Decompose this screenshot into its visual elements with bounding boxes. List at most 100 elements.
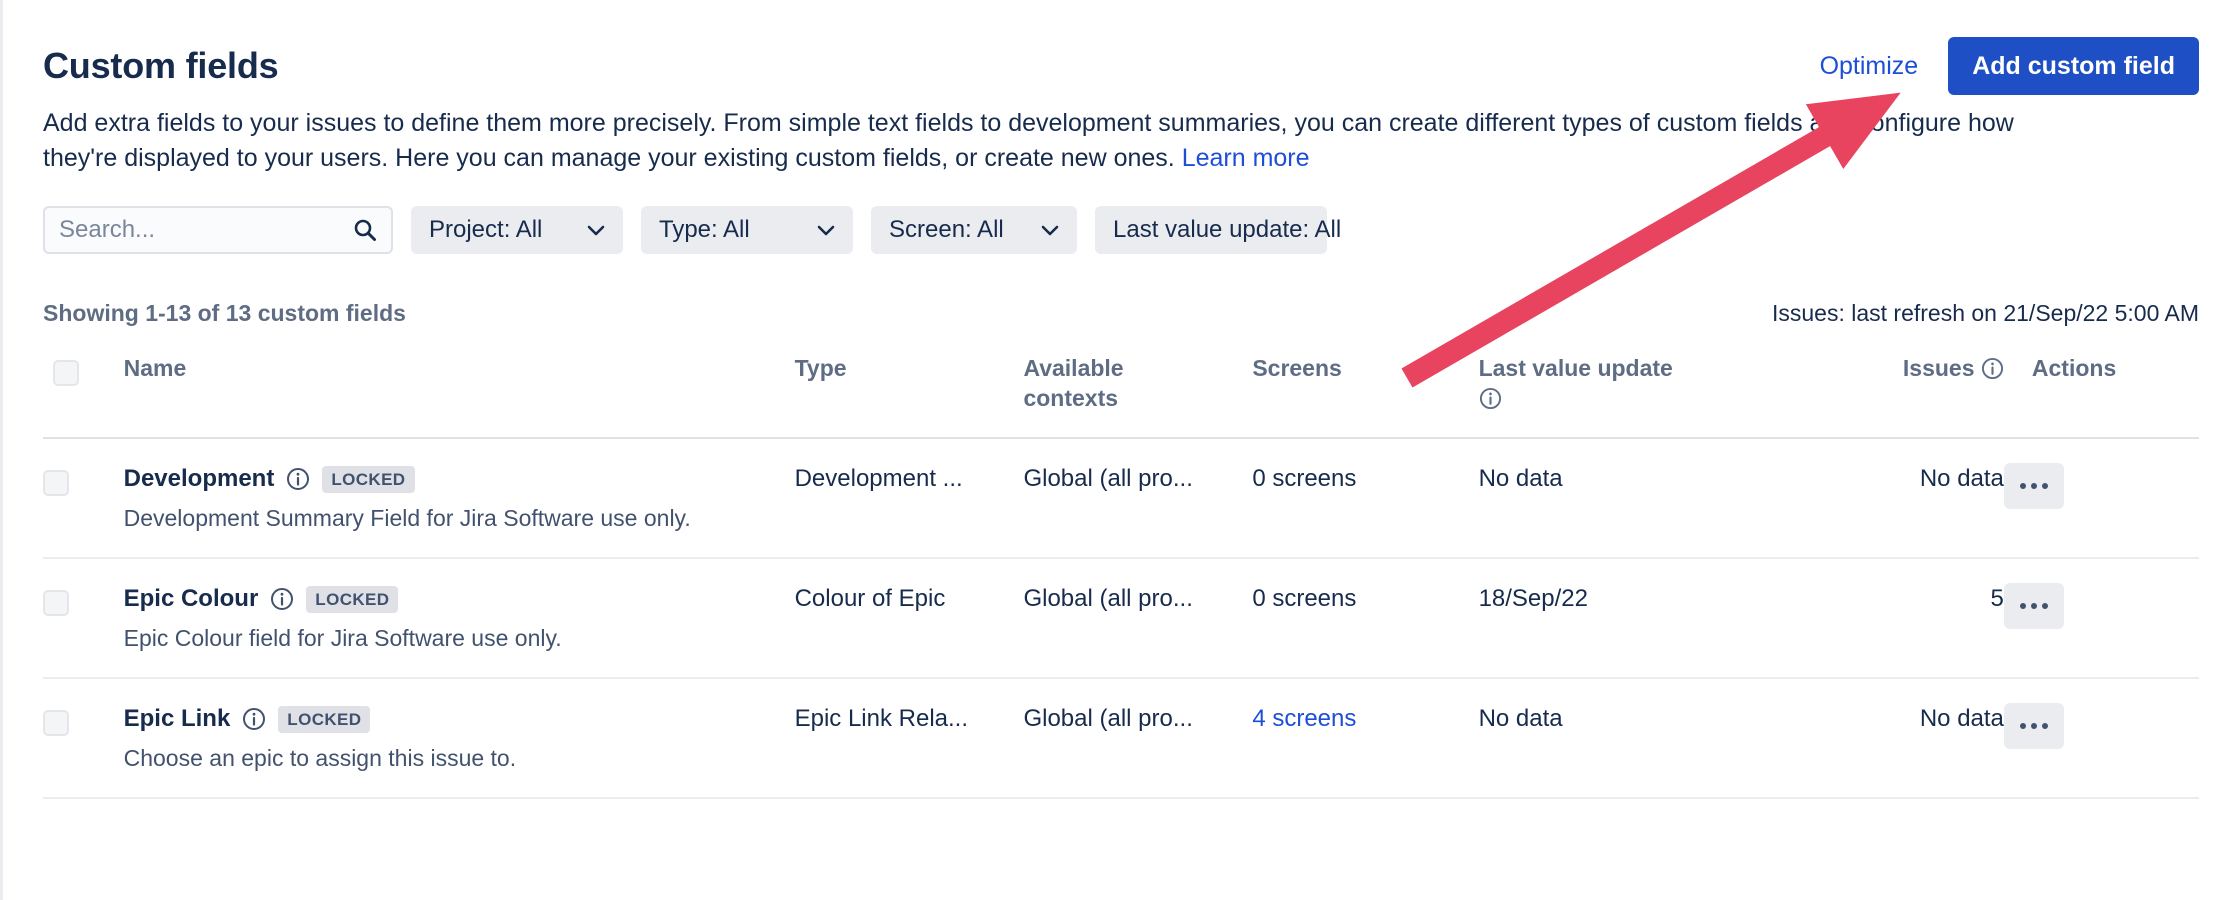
chevron-down-icon xyxy=(817,225,835,235)
column-header-last-value-update-label: Last value update xyxy=(1478,355,1673,381)
row-screens-link[interactable]: 4 screens xyxy=(1252,705,1356,732)
row-screens: 0 screens xyxy=(1252,558,1479,679)
filter-screen-label: Screen: All xyxy=(889,216,1004,243)
row-issues: No data xyxy=(1788,438,2004,559)
dot-icon xyxy=(2019,603,2026,609)
row-type: Colour of Epic xyxy=(794,558,1024,679)
column-header-type[interactable]: Type xyxy=(794,343,1024,439)
dot-icon xyxy=(2041,723,2048,729)
row-screens: 0 screens xyxy=(1252,438,1479,559)
results-meta: Showing 1-13 of 13 custom fields Issues:… xyxy=(43,300,2199,327)
filter-type[interactable]: Type: All xyxy=(641,206,853,254)
info-icon[interactable] xyxy=(1479,387,1502,410)
row-actions-cell xyxy=(2003,558,2199,679)
select-all-header xyxy=(43,343,124,439)
filter-bar: Project: All Type: All Screen: All Last … xyxy=(43,206,2199,254)
page-header: Custom fields Optimize Add custom field xyxy=(43,0,2199,110)
search-box[interactable] xyxy=(43,206,393,254)
row-actions-cell xyxy=(2003,678,2199,799)
column-header-issues[interactable]: Issues xyxy=(1788,343,2004,439)
custom-fields-page: Custom fields Optimize Add custom field … xyxy=(0,0,2236,900)
filter-project-label: Project: All xyxy=(429,216,543,243)
column-header-name[interactable]: Name xyxy=(123,343,795,439)
add-custom-field-button[interactable]: Add custom field xyxy=(1948,37,2199,95)
row-issues: No data xyxy=(1788,678,2004,799)
table-row[interactable]: Epic Colour LOCKED Epic Colour field for… xyxy=(43,558,2199,679)
row-last-value-update: 18/Sep/22 xyxy=(1478,558,1789,679)
row-last-value-update: No data xyxy=(1478,678,1789,799)
filter-last-value-update[interactable]: Last value update: All xyxy=(1095,206,1341,254)
table-row[interactable]: Epic Link LOCKED Choose an epic to assig… xyxy=(43,678,2199,799)
row-select-cell xyxy=(43,678,124,799)
info-icon[interactable] xyxy=(1981,357,2004,380)
row-screens-cell: 4 screens xyxy=(1252,678,1479,799)
dot-icon xyxy=(2030,603,2037,609)
column-header-available-contexts-line1: Available xyxy=(1023,355,1124,381)
custom-fields-table: Name Type Available contexts Screens Las… xyxy=(43,343,2199,799)
row-name[interactable]: Development xyxy=(124,463,275,495)
filter-project[interactable]: Project: All xyxy=(411,206,623,254)
search-input[interactable] xyxy=(45,208,391,252)
row-actions-button[interactable] xyxy=(2003,463,2064,509)
row-last-value-update: No data xyxy=(1478,438,1789,559)
table-header-row: Name Type Available contexts Screens Las… xyxy=(43,343,2199,439)
row-actions-button[interactable] xyxy=(2003,583,2064,629)
status-badge: LOCKED xyxy=(322,465,415,493)
row-available-contexts: Global (all pro... xyxy=(1023,558,1253,679)
chevron-down-icon xyxy=(1041,225,1059,235)
row-actions-cell xyxy=(2003,438,2199,559)
page-description-text: Add extra fields to your issues to defin… xyxy=(43,109,2014,172)
column-header-issues-label: Issues xyxy=(1902,355,1975,381)
page-description: Add extra fields to your issues to defin… xyxy=(43,106,2053,176)
page-content: Custom fields Optimize Add custom field … xyxy=(3,0,2236,799)
row-checkbox[interactable] xyxy=(43,709,69,736)
select-all-checkbox[interactable] xyxy=(53,359,79,386)
row-name-cell: Development LOCKED Development Summary F… xyxy=(123,438,795,559)
row-description: Development Summary Field for Jira Softw… xyxy=(123,505,691,531)
table-body: Development LOCKED Development Summary F… xyxy=(43,438,2199,799)
column-header-last-value-update[interactable]: Last value update xyxy=(1478,343,1789,439)
row-description: Choose an epic to assign this issue to. xyxy=(123,745,517,771)
column-header-screens[interactable]: Screens xyxy=(1252,343,1479,439)
info-icon[interactable] xyxy=(286,467,310,491)
row-type: Development ... xyxy=(794,438,1024,559)
row-name-line: Epic Colour LOCKED xyxy=(124,583,795,615)
dot-icon xyxy=(2019,483,2026,489)
row-name-line: Development LOCKED xyxy=(124,463,795,495)
header-actions: Optimize Add custom field xyxy=(1816,15,2199,95)
row-checkbox[interactable] xyxy=(43,469,69,496)
row-available-contexts: Global (all pro... xyxy=(1023,438,1253,559)
row-issues: 5 xyxy=(1788,558,2004,679)
row-checkbox[interactable] xyxy=(43,589,69,616)
column-header-available-contexts-line2: contexts xyxy=(1023,385,1119,411)
info-icon[interactable] xyxy=(270,587,294,611)
column-header-available-contexts[interactable]: Available contexts xyxy=(1023,343,1253,439)
page-title: Custom fields xyxy=(43,45,279,86)
dot-icon xyxy=(2041,603,2048,609)
column-header-actions: Actions xyxy=(2003,343,2199,439)
showing-count: Showing 1-13 of 13 custom fields xyxy=(43,300,406,326)
row-name[interactable]: Epic Colour xyxy=(124,583,259,615)
table-row[interactable]: Development LOCKED Development Summary F… xyxy=(43,438,2199,559)
row-actions-button[interactable] xyxy=(2003,703,2064,749)
filter-last-value-update-label: Last value update: All xyxy=(1113,216,1342,243)
dot-icon xyxy=(2041,483,2048,489)
info-icon[interactable] xyxy=(242,707,266,731)
filter-screen[interactable]: Screen: All xyxy=(871,206,1077,254)
chevron-down-icon xyxy=(587,225,605,235)
row-select-cell xyxy=(43,558,124,679)
last-refresh-info: Issues: last refresh on 21/Sep/22 5:00 A… xyxy=(1771,300,2199,326)
row-name[interactable]: Epic Link xyxy=(124,703,231,735)
filter-type-label: Type: All xyxy=(659,216,750,243)
status-badge: LOCKED xyxy=(306,585,399,613)
row-select-cell xyxy=(43,438,124,559)
dot-icon xyxy=(2030,483,2037,489)
row-name-cell: Epic Link LOCKED Choose an epic to assig… xyxy=(123,678,795,799)
row-type: Epic Link Rela... xyxy=(794,678,1024,799)
optimize-button[interactable]: Optimize xyxy=(1816,45,1923,87)
status-badge: LOCKED xyxy=(278,705,371,733)
row-available-contexts: Global (all pro... xyxy=(1023,678,1253,799)
row-name-line: Epic Link LOCKED xyxy=(124,703,795,735)
row-name-cell: Epic Colour LOCKED Epic Colour field for… xyxy=(123,558,795,679)
learn-more-link[interactable]: Learn more xyxy=(1182,144,1310,172)
